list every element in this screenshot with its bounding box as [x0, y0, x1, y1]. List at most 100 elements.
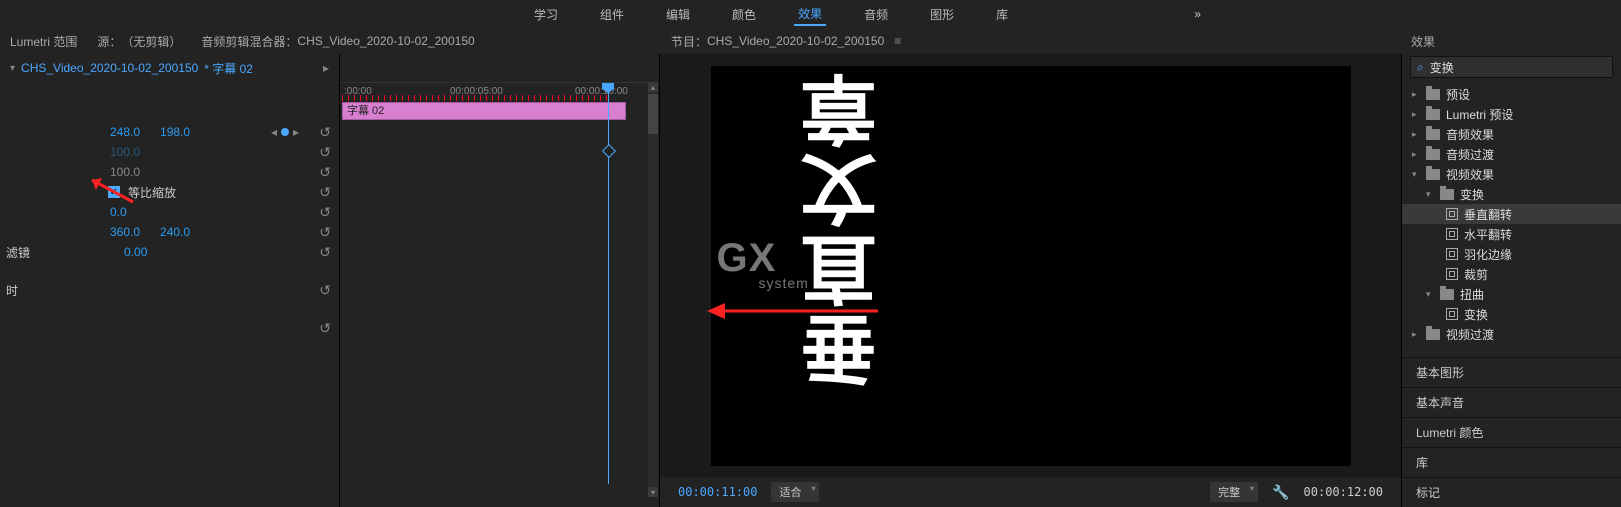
tree-audio-effects[interactable]: ▸音频效果 — [1402, 124, 1621, 144]
tree-presets[interactable]: ▸预设 — [1402, 84, 1621, 104]
menu-assembly[interactable]: 组件 — [596, 4, 628, 25]
menu-color[interactable]: 颜色 — [728, 4, 760, 25]
filter-label: 滤镜 — [6, 244, 30, 261]
accordion-essential-graphics[interactable]: 基本图形 — [1402, 357, 1621, 387]
timeline-clip[interactable]: 字幕 02 — [342, 102, 626, 120]
scale-value[interactable]: 100.0 — [110, 145, 140, 159]
menu-audio[interactable]: 音频 — [860, 4, 892, 25]
tree-feather-edges[interactable]: 羽化边缘 — [1402, 244, 1621, 264]
reset-icon[interactable]: ↺ — [319, 224, 331, 241]
opacity-value[interactable]: 0.00 — [124, 245, 147, 259]
duration-timecode: 00:00:12:00 — [1304, 485, 1383, 499]
chevron-down-icon: ▾ — [10, 63, 15, 74]
position-x[interactable]: 248.0 — [110, 125, 140, 139]
tree-audio-transitions[interactable]: ▸音频过渡 — [1402, 144, 1621, 164]
scale-row: 100.0 ↺ — [0, 142, 339, 162]
search-input[interactable] — [1430, 60, 1606, 74]
reset-icon[interactable]: ↺ — [319, 244, 331, 261]
anchor-x[interactable]: 360.0 — [110, 225, 140, 239]
current-timecode[interactable]: 00:00:11:00 — [678, 485, 757, 499]
effects-search[interactable]: ⌕ — [1410, 56, 1613, 78]
uniform-scale-checkbox[interactable]: ✓ — [108, 186, 120, 198]
program-monitor: 章 文 直 垂 GX system 00:00:11:00 适合 完整 — [660, 54, 1401, 507]
watermark: GX system — [717, 236, 809, 291]
reset-icon[interactable]: ↺ — [319, 204, 331, 221]
mini-scrollbar[interactable]: ▴ ▾ — [648, 82, 658, 497]
reset-icon[interactable]: ↺ — [319, 164, 331, 181]
tree-horizontal-flip[interactable]: 水平翻转 — [1402, 224, 1621, 244]
position-y[interactable]: 198.0 — [160, 125, 190, 139]
accordion-markers[interactable]: 标记 — [1402, 477, 1621, 507]
folder-icon — [1440, 289, 1454, 300]
menu-library[interactable]: 库 — [992, 4, 1012, 25]
tree-lumetri-presets[interactable]: ▸Lumetri 预设 — [1402, 104, 1621, 124]
menu-graphics[interactable]: 图形 — [926, 4, 958, 25]
scale-width-row: 100.0 ↺ — [0, 162, 339, 182]
scroll-up-icon[interactable]: ▴ — [648, 82, 658, 92]
tree-video-transitions[interactable]: ▸视频过渡 — [1402, 324, 1621, 344]
tree-transform-folder[interactable]: ▾变换 — [1402, 184, 1621, 204]
scroll-thumb[interactable] — [648, 94, 658, 134]
reset-icon[interactable]: ↺ — [319, 184, 331, 201]
effects-tree: ▸预设 ▸Lumetri 预设 ▸音频效果 ▸音频过渡 ▾视频效果 ▾变换 垂直… — [1402, 84, 1621, 357]
menu-overflow-icon[interactable]: » — [1194, 7, 1201, 21]
effect-controls-title[interactable]: ▾ CHS_Video_2020-10-02_200150 * 字幕 02 ▸ — [0, 54, 339, 82]
folder-icon — [1426, 169, 1440, 180]
effect-icon — [1446, 268, 1458, 280]
keyframe-marker[interactable] — [602, 144, 616, 158]
search-icon: ⌕ — [1417, 60, 1424, 75]
accordion-library[interactable]: 库 — [1402, 447, 1621, 477]
scroll-down-icon[interactable]: ▾ — [648, 487, 658, 497]
anchor-y[interactable]: 240.0 — [160, 225, 190, 239]
canvas-text: 章 文 直 垂 — [799, 66, 879, 386]
folder-icon — [1426, 329, 1440, 340]
effects-panel: ⌕ ▸预设 ▸Lumetri 预设 ▸音频效果 ▸音频过渡 ▾视频效果 ▾变换 … — [1401, 54, 1621, 507]
tab-lumetri-scope[interactable]: Lumetri 范围 — [0, 28, 87, 54]
effect-icon — [1446, 228, 1458, 240]
play-icon[interactable]: ▸ — [323, 61, 329, 75]
extra-row: ↺ — [0, 318, 339, 338]
effect-controls-panel: ▾ CHS_Video_2020-10-02_200150 * 字幕 02 ▸ … — [0, 54, 340, 507]
menu-edit[interactable]: 编辑 — [662, 4, 694, 25]
tree-distort-folder[interactable]: ▾扭曲 — [1402, 284, 1621, 304]
source-value: （无剪辑） — [121, 33, 181, 50]
reset-icon[interactable]: ↺ — [319, 124, 331, 141]
audio-mixer-prefix: 音频剪辑混合器： — [201, 33, 297, 50]
tree-transform-fx[interactable]: 变换 — [1402, 304, 1621, 324]
rotation-row: 0.0 ↺ — [0, 202, 339, 222]
settings-icon[interactable]: 🔧 — [1272, 484, 1289, 501]
accordion-essential-sound[interactable]: 基本声音 — [1402, 387, 1621, 417]
menu-learn[interactable]: 学习 — [530, 4, 562, 25]
filter-label-row: 滤镜 0.00 ↺ — [0, 242, 339, 262]
rotation-value[interactable]: 0.0 — [110, 205, 127, 219]
zoom-fit-select[interactable]: 适合 — [771, 482, 819, 502]
reset-icon[interactable]: ↺ — [319, 144, 331, 161]
program-menu-icon[interactable]: ≡ — [894, 34, 901, 48]
tree-vertical-flip[interactable]: 垂直翻转 — [1402, 204, 1621, 224]
program-title-prefix: 节目： — [671, 33, 707, 50]
effects-panel-title[interactable]: 效果 — [1401, 28, 1621, 54]
uniform-scale-label: 等比缩放 — [128, 184, 176, 201]
keyframe-toggle-icon[interactable] — [281, 128, 289, 136]
tab-audio-mixer[interactable]: 音频剪辑混合器： CHS_Video_2020-10-02_200150 — [191, 28, 484, 54]
tree-crop[interactable]: 裁剪 — [1402, 264, 1621, 284]
accordion-lumetri-color[interactable]: Lumetri 颜色 — [1402, 417, 1621, 447]
program-panel-title[interactable]: 节目： CHS_Video_2020-10-02_200150 ≡ — [661, 28, 1401, 54]
program-canvas[interactable]: 章 文 直 垂 GX system — [711, 66, 1351, 466]
panel-tabstrip: Lumetri 范围 源： （无剪辑） 音频剪辑混合器： CHS_Video_2… — [0, 28, 1621, 54]
source-prefix: 源： — [97, 33, 121, 50]
effect-timeline: :00:00 00:00:05:00 00:00:10:00 字幕 02 ▴ ▾ — [340, 54, 660, 507]
position-row: 248.0 198.0 ◂ ▸ ↺ — [0, 122, 339, 142]
folder-icon — [1426, 89, 1440, 100]
tree-video-effects[interactable]: ▾视频效果 — [1402, 164, 1621, 184]
tab-source[interactable]: 源： （无剪辑） — [87, 28, 191, 54]
quality-select[interactable]: 完整 — [1210, 482, 1258, 502]
keyframe-nav[interactable]: ◂ ▸ — [271, 125, 299, 139]
time-label-row: 时 ↺ — [0, 280, 339, 300]
menu-effects[interactable]: 效果 — [794, 3, 826, 26]
subclip-name: * 字幕 02 — [204, 60, 253, 77]
reset-icon[interactable]: ↺ — [319, 320, 331, 337]
effect-icon — [1446, 208, 1458, 220]
reset-icon[interactable]: ↺ — [319, 282, 331, 299]
workspace-menubar: 学习 组件 编辑 颜色 效果 音频 图形 库 » — [0, 0, 1621, 28]
